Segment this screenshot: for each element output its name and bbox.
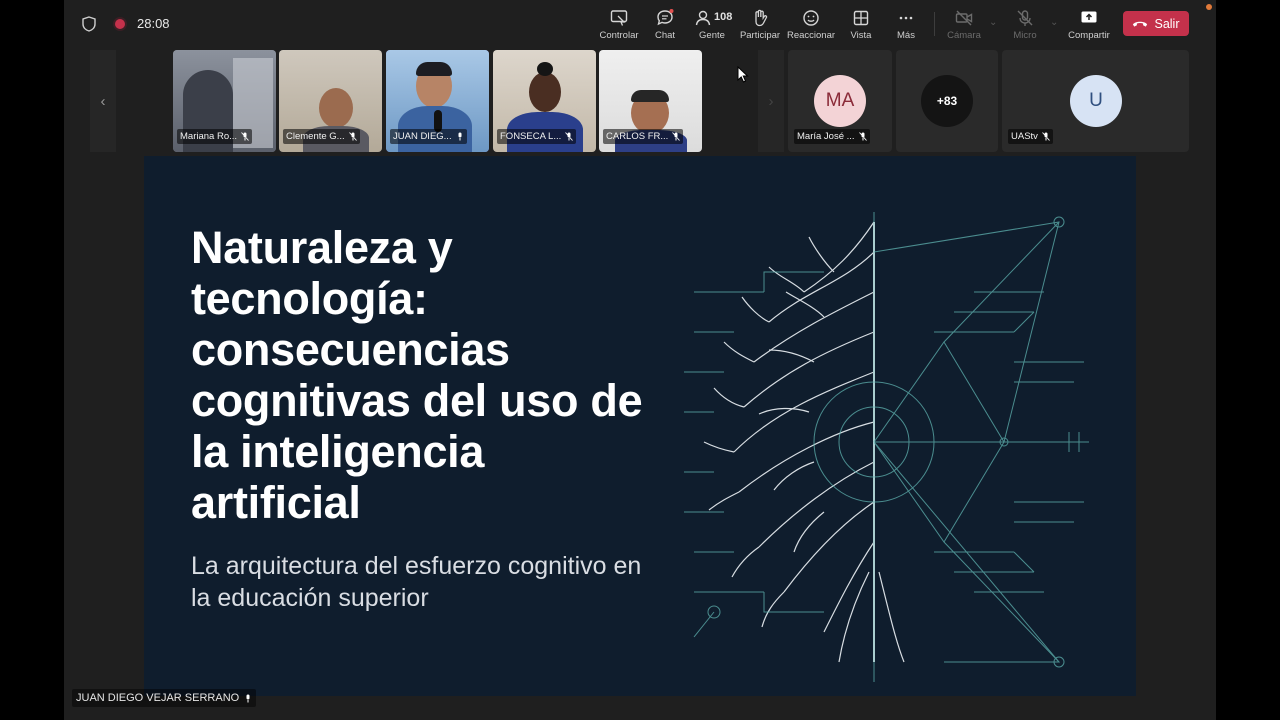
participant-name-tag: FONSECA L... [497, 129, 577, 144]
mic-muted-icon [241, 132, 249, 141]
participant-tile[interactable]: Mariana Ro... [173, 50, 276, 152]
participate-button[interactable]: Participar [734, 8, 786, 44]
share-icon [1081, 11, 1097, 23]
tree-circuit-illustration [684, 212, 1089, 682]
slide-subtitle: La arquitectura del esfuerzo cognitivo e… [191, 552, 642, 612]
control-label: Controlar [599, 30, 639, 41]
chat-button[interactable]: Chat [639, 8, 691, 44]
participant-name: Clemente G... [286, 131, 345, 142]
chat-icon [657, 9, 674, 26]
participant-tile[interactable]: Clemente G... [279, 50, 382, 152]
gallery-next-button[interactable]: › [758, 50, 784, 152]
shared-slide: Naturaleza y tecnología: consecuencias c… [144, 156, 1136, 696]
participant-name-tag: UAStv [1008, 129, 1053, 144]
participant-name: Mariana Ro... [180, 131, 238, 142]
participant-name: FONSECA L... [500, 131, 562, 142]
react-label: Reaccionar [786, 30, 836, 41]
participant-name-tag: María José ... [794, 129, 870, 144]
camera-options-chevron-icon[interactable]: ⌄ [989, 17, 997, 28]
participant-avatar-tile[interactable]: MA María José ... [788, 50, 892, 152]
avatar-initials: MA [825, 90, 855, 111]
shield-icon [82, 16, 96, 32]
control-button[interactable]: Controlar [593, 8, 645, 44]
react-button[interactable]: Reaccionar [785, 8, 837, 44]
people-count: 108 [714, 11, 733, 23]
participant-avatar-tile[interactable]: U UAStv [1002, 50, 1189, 152]
people-icon [695, 10, 711, 26]
avatar: MA [814, 75, 866, 127]
raise-hand-icon [755, 9, 768, 27]
control-icon [610, 10, 628, 26]
share-button[interactable]: Compartir [1063, 8, 1115, 44]
mic-muted-icon [1042, 132, 1050, 141]
gallery-prev-button[interactable]: ‹ [90, 50, 116, 152]
hang-up-icon [1133, 21, 1148, 27]
participant-name: UAStv [1011, 131, 1038, 142]
more-label: Más [897, 30, 915, 41]
participant-head [319, 88, 353, 128]
overflow-count-badge: +83 [921, 75, 973, 127]
view-label: Vista [850, 30, 872, 41]
notification-dot [1206, 4, 1212, 10]
participant-name-tag: CARLOS FR... [603, 129, 684, 144]
participant-name: María José ... [797, 131, 855, 142]
grid-view-icon [853, 10, 869, 26]
mic-muted-icon [858, 132, 867, 141]
participant-name: CARLOS FR... [606, 131, 669, 142]
emoji-icon [803, 10, 819, 26]
toolbar-divider [934, 12, 935, 36]
avatar-initials: U [1089, 90, 1103, 111]
people-button[interactable]: 108 Gente [686, 8, 738, 44]
presenter-name-tag: JUAN DIEGO VEJAR SERRANO [72, 689, 257, 707]
circuit-half [684, 212, 1089, 682]
participant-hair [631, 90, 669, 102]
more-icon [899, 16, 913, 20]
mic-options-chevron-icon[interactable]: ⌄ [1050, 17, 1058, 28]
chevron-left-icon: ‹ [100, 92, 106, 110]
presenter-name: JUAN DIEGO VEJAR SERRANO [76, 692, 240, 704]
mic-muted-icon [348, 132, 357, 141]
mic-muted-icon [672, 132, 681, 141]
leave-button[interactable]: Salir [1123, 11, 1189, 36]
leave-label: Salir [1154, 16, 1180, 31]
overflow-participants-tile[interactable]: +83 [896, 50, 998, 152]
mouse-cursor-icon [737, 66, 749, 83]
slide-title: Naturaleza y tecnología: consecuencias c… [191, 222, 643, 528]
mic-muted-icon [565, 132, 574, 141]
people-label: Gente [699, 30, 725, 41]
avatar: U [1070, 75, 1122, 127]
mic-button[interactable]: Micro [999, 8, 1051, 44]
participant-head [529, 72, 561, 112]
overflow-count: +83 [936, 94, 958, 108]
meeting-toolbar: 28:08 Controlar Chat 108 Gente Participa… [64, 0, 1216, 47]
participant-tile[interactable]: CARLOS FR... [599, 50, 702, 152]
participant-hair [537, 62, 553, 76]
mic-off-icon [1017, 10, 1033, 26]
meeting-window: 28:08 Controlar Chat 108 Gente Participa… [64, 0, 1216, 720]
mic-icon [458, 132, 462, 141]
more-button[interactable]: Más [880, 8, 932, 44]
camera-off-icon [955, 10, 973, 26]
chevron-right-icon: › [768, 92, 774, 110]
meeting-timer: 28:08 [137, 16, 170, 31]
participant-tile[interactable]: FONSECA L... [493, 50, 596, 152]
recording-icon [115, 19, 125, 29]
participant-name-tag: Clemente G... [283, 129, 360, 144]
participant-name-tag: JUAN DIEG... [390, 129, 467, 144]
participate-label: Participar [739, 30, 781, 41]
mic-icon [246, 694, 250, 702]
participant-hair [416, 62, 452, 76]
participant-name-tag: Mariana Ro... [177, 129, 253, 144]
chat-label: Chat [654, 30, 676, 41]
camera-label: Cámara [947, 30, 981, 41]
participant-name: JUAN DIEG... [393, 131, 452, 142]
participant-tile-active[interactable]: JUAN DIEG... [386, 50, 489, 152]
mic-label: Micro [1013, 30, 1037, 41]
share-label: Compartir [1068, 30, 1110, 41]
camera-button[interactable]: Cámara [938, 8, 990, 44]
